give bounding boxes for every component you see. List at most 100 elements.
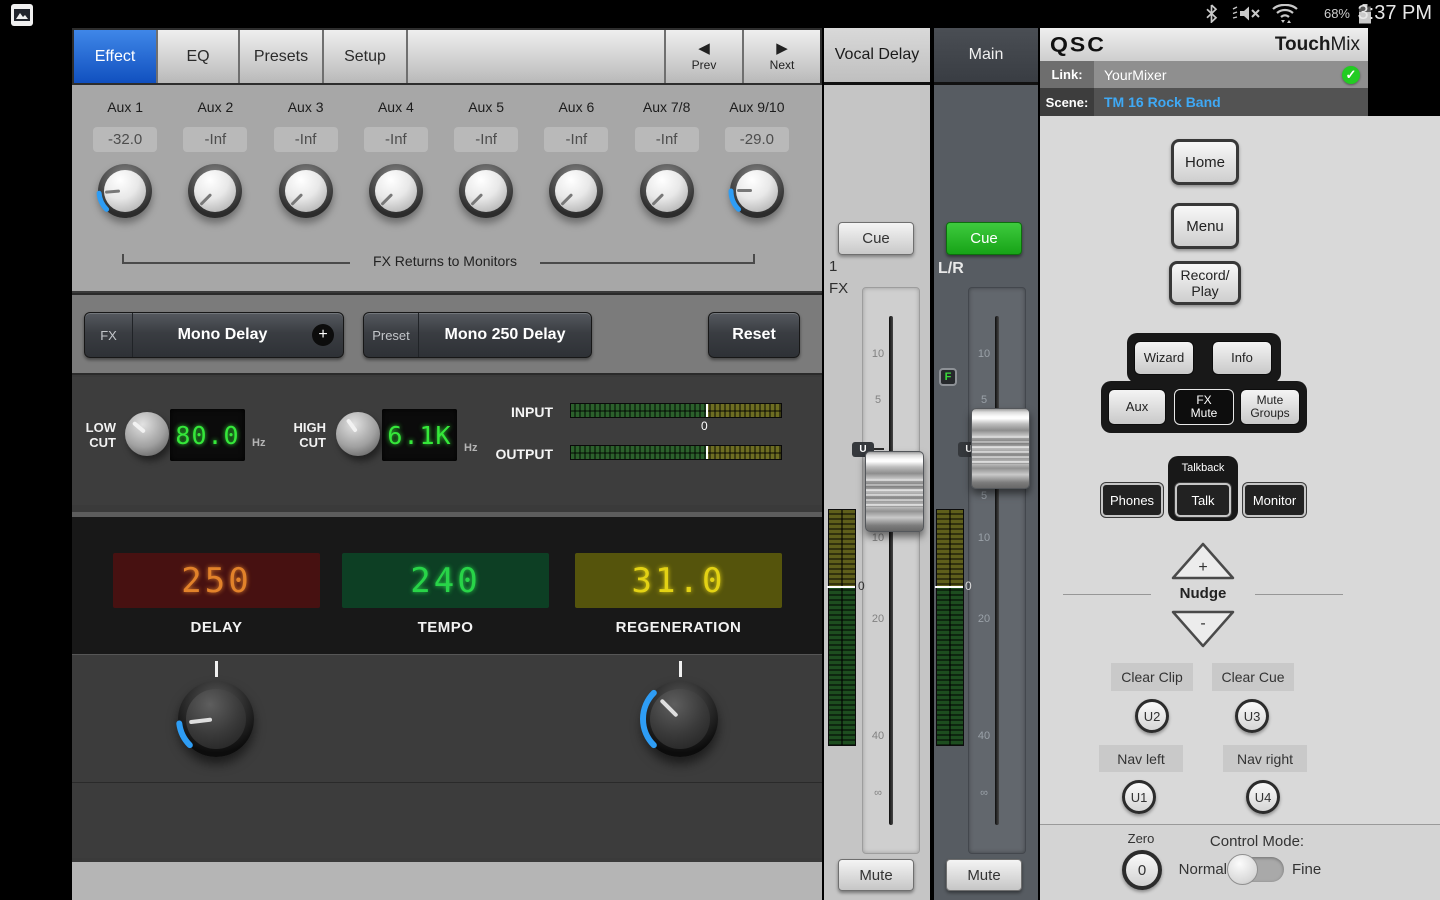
aux-send-value[interactable]: -29.0	[725, 127, 789, 152]
main-bus-label: L/R	[938, 260, 964, 278]
output-meter-label: OUTPUT	[473, 446, 553, 462]
channel-fader-cap[interactable]	[865, 451, 924, 532]
clear-cue-button[interactable]: Clear Cue	[1212, 663, 1294, 691]
mute-groups-button[interactable]: MuteGroups	[1240, 389, 1300, 425]
qsc-logo: QSC	[1050, 32, 1106, 57]
high-cut-display[interactable]: 6.1K	[382, 409, 457, 461]
main-header[interactable]: Main	[934, 28, 1038, 85]
next-button[interactable]: ▶ Next	[744, 30, 820, 83]
reset-button[interactable]: Reset	[708, 312, 800, 358]
aux-send-knob[interactable]	[549, 164, 603, 218]
main-fader-cap[interactable]	[971, 408, 1030, 489]
scene-value: TM 16 Rock Band	[1104, 94, 1221, 110]
user-button-u4[interactable]: U4	[1246, 780, 1280, 814]
channel-strip-vocal-delay: Vocal Delay Cue 1 FX 1055102040∞U 0 Mute	[824, 28, 930, 900]
aux-send-knob[interactable]	[98, 164, 152, 218]
volume-muted-icon	[1232, 5, 1262, 22]
nav-right-button[interactable]: Nav right	[1223, 745, 1307, 772]
menu-button[interactable]: Menu	[1171, 203, 1239, 249]
aux-send: Aux 6-Inf	[531, 99, 621, 218]
phones-button[interactable]: Phones	[1101, 483, 1163, 517]
user-button-u3[interactable]: U3	[1235, 699, 1269, 733]
aux-send-knob[interactable]	[459, 164, 513, 218]
talk-button[interactable]: Talk	[1175, 483, 1231, 517]
fx-add-icon[interactable]: +	[312, 324, 334, 346]
regeneration-display[interactable]: 31.0	[575, 553, 782, 608]
fx-selector-row: FX Mono Delay + Preset Mono 250 Delay Re…	[72, 293, 822, 375]
high-cut-label: HIGHCUT	[284, 420, 326, 450]
aux-send-label: Aux 3	[288, 99, 324, 119]
aux-send: Aux 1-32.0	[80, 99, 170, 218]
prev-button[interactable]: ◀ Prev	[666, 30, 744, 83]
aux-send-value[interactable]: -Inf	[635, 127, 699, 152]
screenshot-icon[interactable]	[10, 3, 34, 27]
main-cue-button[interactable]: Cue	[946, 222, 1022, 255]
tab-presets[interactable]: Presets	[240, 30, 324, 83]
tab-eq[interactable]: EQ	[158, 30, 240, 83]
aux-send-value[interactable]: -Inf	[364, 127, 428, 152]
channel-bus-label: FX	[829, 280, 848, 297]
fader-scale-tick: 10	[973, 348, 995, 360]
clear-clip-button[interactable]: Clear Clip	[1111, 663, 1193, 691]
fader-scale-tick: 10	[973, 532, 995, 544]
aux-send-value[interactable]: -Inf	[454, 127, 518, 152]
nudge-down-button[interactable]: -	[1171, 610, 1235, 648]
aux-send-knob[interactable]	[730, 164, 784, 218]
main-fader-track[interactable]: 1055102040∞U	[968, 287, 1026, 854]
main-mute-button[interactable]: Mute	[946, 859, 1022, 891]
delay-display[interactable]: 250	[113, 553, 320, 608]
control-panel-footer: Zero 0 Control Mode: Normal Fine	[1040, 824, 1440, 900]
regeneration-knob[interactable]	[642, 681, 718, 757]
fx-type-selector[interactable]: FX Mono Delay +	[84, 312, 344, 358]
fx-preset-selector[interactable]: Preset Mono 250 Delay	[363, 312, 592, 358]
scene-row[interactable]: Scene: TM 16 Rock Band	[1040, 88, 1368, 116]
channel-fader-track[interactable]: 1055102040∞U	[862, 287, 920, 854]
control-mode-normal-label: Normal	[1167, 861, 1227, 878]
tempo-display[interactable]: 240	[342, 553, 549, 608]
zero-button[interactable]: 0	[1122, 850, 1162, 890]
bluetooth-icon	[1205, 4, 1218, 23]
fader-scale-tick: ∞	[973, 787, 995, 799]
toggle-knob[interactable]	[1227, 854, 1258, 885]
aux-send-knob[interactable]	[369, 164, 423, 218]
delay-knob[interactable]	[178, 681, 254, 757]
aux-send: Aux 3 -Inf	[261, 99, 351, 218]
nudge-up-button[interactable]: +	[1171, 542, 1235, 580]
fx-mute-button[interactable]: FXMute	[1174, 389, 1234, 425]
prev-arrow-icon: ◀	[698, 41, 710, 56]
aux-send-knob[interactable]	[640, 164, 694, 218]
user-button-u2[interactable]: U2	[1135, 699, 1169, 733]
home-button[interactable]: Home	[1171, 139, 1239, 185]
aux-send-value[interactable]: -Inf	[544, 127, 608, 152]
aux-send-knob[interactable]	[279, 164, 333, 218]
preset-cell-label: Preset	[364, 313, 419, 357]
tab-setup[interactable]: Setup	[324, 30, 408, 83]
fader-scale-tick: 5	[867, 394, 889, 406]
aux-send-label: Aux 4	[378, 99, 414, 119]
aux-button[interactable]: Aux	[1108, 389, 1166, 425]
aux-send-label: Aux 9/10	[729, 99, 784, 119]
user-button-u1[interactable]: U1	[1122, 780, 1156, 814]
channel-mute-button[interactable]: Mute	[838, 859, 914, 891]
channel-header[interactable]: Vocal Delay	[824, 28, 930, 85]
record-play-button[interactable]: Record/Play	[1169, 261, 1241, 305]
minus-icon: -	[1200, 615, 1205, 632]
low-cut-knob[interactable]	[125, 412, 169, 456]
nav-left-button[interactable]: Nav left	[1099, 745, 1183, 772]
low-cut-label: LOWCUT	[74, 420, 116, 450]
monitor-button[interactable]: Monitor	[1243, 483, 1306, 517]
aux-send-value[interactable]: -32.0	[93, 127, 157, 152]
aux-send-knob[interactable]	[188, 164, 242, 218]
link-row[interactable]: Link: YourMixer ✓	[1040, 61, 1368, 88]
channel-cue-button[interactable]: Cue	[838, 222, 914, 255]
low-cut-display[interactable]: 80.0	[170, 409, 245, 461]
tab-effect[interactable]: Effect	[74, 30, 158, 83]
high-cut-knob[interactable]	[336, 412, 380, 456]
aux-send-value[interactable]: -Inf	[274, 127, 338, 152]
control-mode-toggle[interactable]	[1230, 857, 1284, 882]
fine-mode-badge[interactable]: F	[939, 368, 957, 386]
aux-send-value[interactable]: -Inf	[183, 127, 247, 152]
info-button[interactable]: Info	[1212, 341, 1272, 375]
wizard-button[interactable]: Wizard	[1134, 341, 1194, 375]
aux-sends-section: Aux 1-32.0Aux 2-InfAux 3-InfAux 4-InfAux…	[72, 85, 822, 291]
